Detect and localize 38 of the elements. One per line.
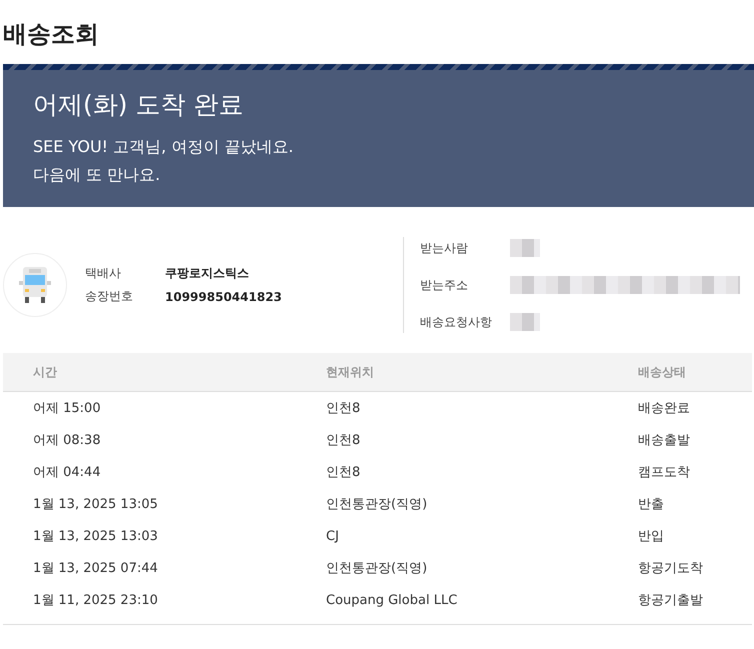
field-label: 받는사람 (420, 240, 469, 256)
column-header: 시간 (33, 364, 58, 380)
field-label: 받는주소 (420, 276, 469, 294)
table-cell-text: CJ (326, 528, 340, 544)
table-cell-text: 배송출발 (638, 432, 691, 449)
page-title: 배송조회 (3, 19, 100, 50)
field-value: 쿠팡로지스틱스 (165, 265, 250, 282)
field-label: 송장번호 (85, 288, 134, 305)
table-cell-text: 캠프도착 (638, 464, 691, 481)
table-cell-text: 어제 04:44 (33, 464, 102, 481)
table-cell-text: 1월 11, 2025 23:10 (33, 592, 159, 609)
field-label: 배송요청사항 (420, 314, 493, 330)
field-label: 택배사 (85, 265, 122, 282)
table-cell-text: 어제 08:38 (33, 432, 102, 449)
table-cell-text: 인천8 (326, 432, 362, 449)
table-cell-text: 반입 (638, 528, 665, 545)
table-cell-text: 배송완료 (638, 400, 691, 417)
table-cell-text: Coupang Global LLC (326, 592, 458, 608)
status-message: SEE YOU! 고객님, 여정이 끝났네요. (33, 136, 295, 158)
column-header: 배송상태 (638, 364, 687, 380)
table-cell-text: 항공기출발 (638, 592, 704, 609)
redacted-value (510, 239, 540, 257)
table-cell-text: 인천통관장(직영) (326, 496, 428, 513)
truck-icon (17, 265, 53, 305)
table-cell-text: 인천통관장(직영) (326, 560, 428, 577)
field-value: 10999850441823 (165, 290, 282, 304)
table-cell-text: 1월 13, 2025 07:44 (33, 560, 159, 577)
table-cell-text: 인천8 (326, 400, 362, 417)
table-cell-text: 반출 (638, 496, 665, 513)
table-cell-text: 인천8 (326, 464, 362, 481)
table-cell-text: 어제 15:00 (33, 400, 102, 417)
column-header: 현재위치 (326, 364, 375, 380)
table-cell-text: 1월 13, 2025 13:03 (33, 528, 159, 545)
table-cell-text: 1월 13, 2025 13:05 (33, 496, 159, 513)
table-cell-text: 항공기도착 (638, 560, 704, 577)
redacted-value (510, 313, 540, 331)
status-message: 다음에 또 만나요. (33, 164, 162, 186)
status-headline: 어제(화) 도착 완료 (33, 89, 244, 121)
